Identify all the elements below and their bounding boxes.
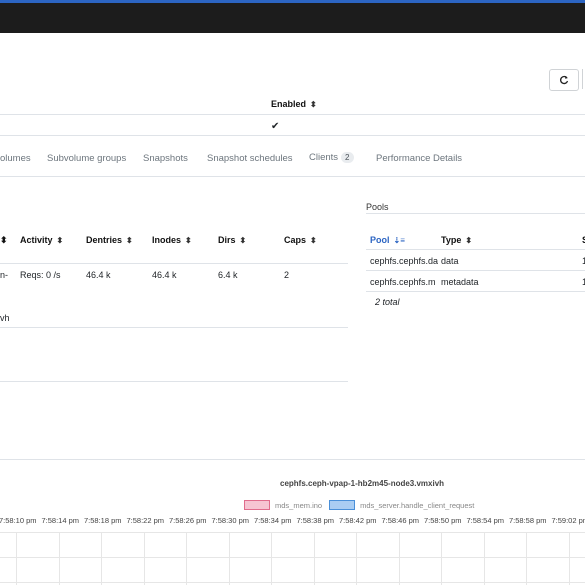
chart-vertical-gridline: [441, 532, 442, 585]
sort-icon: ⬍: [56, 236, 64, 245]
tab-snapshots[interactable]: Snapshots: [143, 153, 188, 164]
x-tick-label: 7:58:54 pm: [466, 516, 505, 525]
divider: [0, 114, 585, 115]
pools-divider: [366, 249, 585, 250]
sort-icon: ⬍: [126, 236, 133, 245]
dentries-column-header[interactable]: Dentries ⬍: [86, 235, 133, 245]
chart-vertical-gridline: [101, 532, 102, 585]
navbar-accent-line: [0, 0, 585, 3]
chart-vertical-gridline: [398, 532, 400, 585]
chart-vertical-gridline: [313, 532, 315, 585]
chart-legend: mds_mem.ino mds_server.handle_client_req…: [244, 500, 474, 510]
table-divider: [0, 263, 348, 264]
chart-x-axis: 7:58:10 pm 7:58:14 pm 7:58:18 pm 7:58:22 pm…: [0, 516, 585, 528]
chart-vertical-gridline: [483, 532, 485, 585]
refresh-button[interactable]: [549, 69, 579, 91]
refresh-icon: [560, 75, 569, 85]
section-divider: [0, 459, 585, 460]
pools-divider: [366, 213, 585, 214]
pools-panel-title: Pools: [366, 202, 389, 212]
chart-vertical-gridline: [143, 532, 145, 585]
sort-icon: ⬍: [239, 236, 247, 245]
standby-divider: [0, 327, 348, 328]
chart-vertical-gridline: [356, 532, 357, 585]
enabled-check-icon: ✔: [271, 121, 280, 132]
tab-bar: olumes Subvolume groups Snapshots Snapsh…: [0, 140, 585, 176]
tabs-divider: [0, 176, 585, 177]
x-tick-label: 7:59:02 pm: [551, 516, 585, 525]
chart-title: cephfs.ceph-vpap-1-hb2m45-node3.vmxivh: [280, 479, 445, 488]
chart-vertical-gridline: [271, 532, 272, 585]
tab-clients[interactable]: Clients 2: [309, 152, 354, 163]
sort-icon: ⬍: [310, 236, 317, 245]
pools-total-count: 2 total: [375, 297, 400, 307]
x-tick-label: 7:58:46 pm: [381, 516, 420, 525]
caps-cell: 2: [284, 270, 290, 280]
pools-divider: [366, 291, 585, 292]
standby-divider-bottom: [0, 381, 348, 382]
x-tick-label: 7:58:18 pm: [84, 516, 122, 525]
chart-vertical-gridline: [526, 532, 527, 585]
x-tick-label: 7:58:38 pm: [296, 516, 335, 525]
standby-daemon-name: vh: [0, 313, 10, 323]
caps-column-header[interactable]: Caps ⬍: [284, 235, 317, 245]
legend-label-mem-ino: mds_mem.ino: [275, 500, 323, 510]
activity-column-header[interactable]: Activity ⬍: [20, 235, 63, 245]
activity-cell: Reqs: 0 /s: [20, 270, 61, 280]
inodes-cell: 46.4 k: [152, 270, 177, 280]
legend-swatch-handle-client-request[interactable]: [329, 500, 356, 510]
chart-vertical-gridline: [568, 532, 570, 585]
x-tick-label: 7:58:34 pm: [254, 516, 292, 525]
x-tick-label: 7:58:26 pm: [169, 516, 207, 525]
pool-type-cell: metadata: [441, 277, 479, 287]
dentries-cell: 46.4 k: [86, 270, 111, 280]
x-tick-label: 7:58:42 pm: [339, 516, 377, 525]
chart-vertical-gridline: [228, 532, 230, 585]
inodes-column-header[interactable]: Inodes ⬍: [152, 235, 192, 245]
legend-label-handle-client-request: mds_server.handle_client_request: [360, 500, 475, 510]
pool-type-cell: data: [441, 256, 459, 266]
sort-icon: ⬍: [310, 100, 317, 109]
tab-snapshot-schedules[interactable]: Snapshot schedules: [207, 153, 293, 164]
legend-swatch-mem-ino[interactable]: [244, 500, 270, 510]
sort-icon: ⬍: [185, 236, 192, 245]
pool-column-header[interactable]: Pool ⇣≡: [370, 235, 405, 245]
chart-plot-area: [0, 532, 585, 585]
tab-subvolume-groups[interactable]: Subvolume groups: [47, 153, 126, 164]
divider: [0, 135, 585, 136]
x-tick-label: 7:58:10 pm: [0, 516, 37, 525]
chart-vertical-gridline: [16, 532, 17, 585]
sort-ascending-icon: ⇣≡: [393, 236, 405, 245]
dirs-cell: 6.4 k: [218, 270, 238, 280]
dirs-column-header[interactable]: Dirs ⬍: [218, 235, 246, 245]
x-tick-label: 7:58:30 pm: [211, 516, 250, 525]
top-navbar: [0, 0, 585, 33]
pools-divider: [366, 270, 585, 271]
enabled-column-header[interactable]: Enabled ⬍: [271, 99, 317, 109]
x-tick-label: 7:58:58 pm: [509, 516, 547, 525]
pool-name-cell: cephfs.cephfs.da: [370, 256, 438, 266]
x-tick-label: 7:58:22 pm: [126, 516, 165, 525]
x-tick-label: 7:58:50 pm: [424, 516, 462, 525]
sort-icon: ⬍: [0, 235, 8, 245]
pool-name-cell: cephfs.cephfs.m: [370, 277, 436, 287]
chart-vertical-gridline: [58, 532, 60, 585]
x-tick-label: 7:58:14 pm: [41, 516, 80, 525]
tab-performance-details[interactable]: Performance Details: [376, 153, 462, 164]
chart-vertical-gridline: [186, 532, 187, 585]
clients-count-badge: 2: [341, 152, 354, 163]
tab-subvolumes[interactable]: olumes: [0, 153, 31, 164]
type-column-header[interactable]: Type ⬍: [441, 235, 472, 245]
sort-icon: ⬍: [465, 236, 473, 245]
rank-name-cell: n-: [0, 270, 9, 280]
